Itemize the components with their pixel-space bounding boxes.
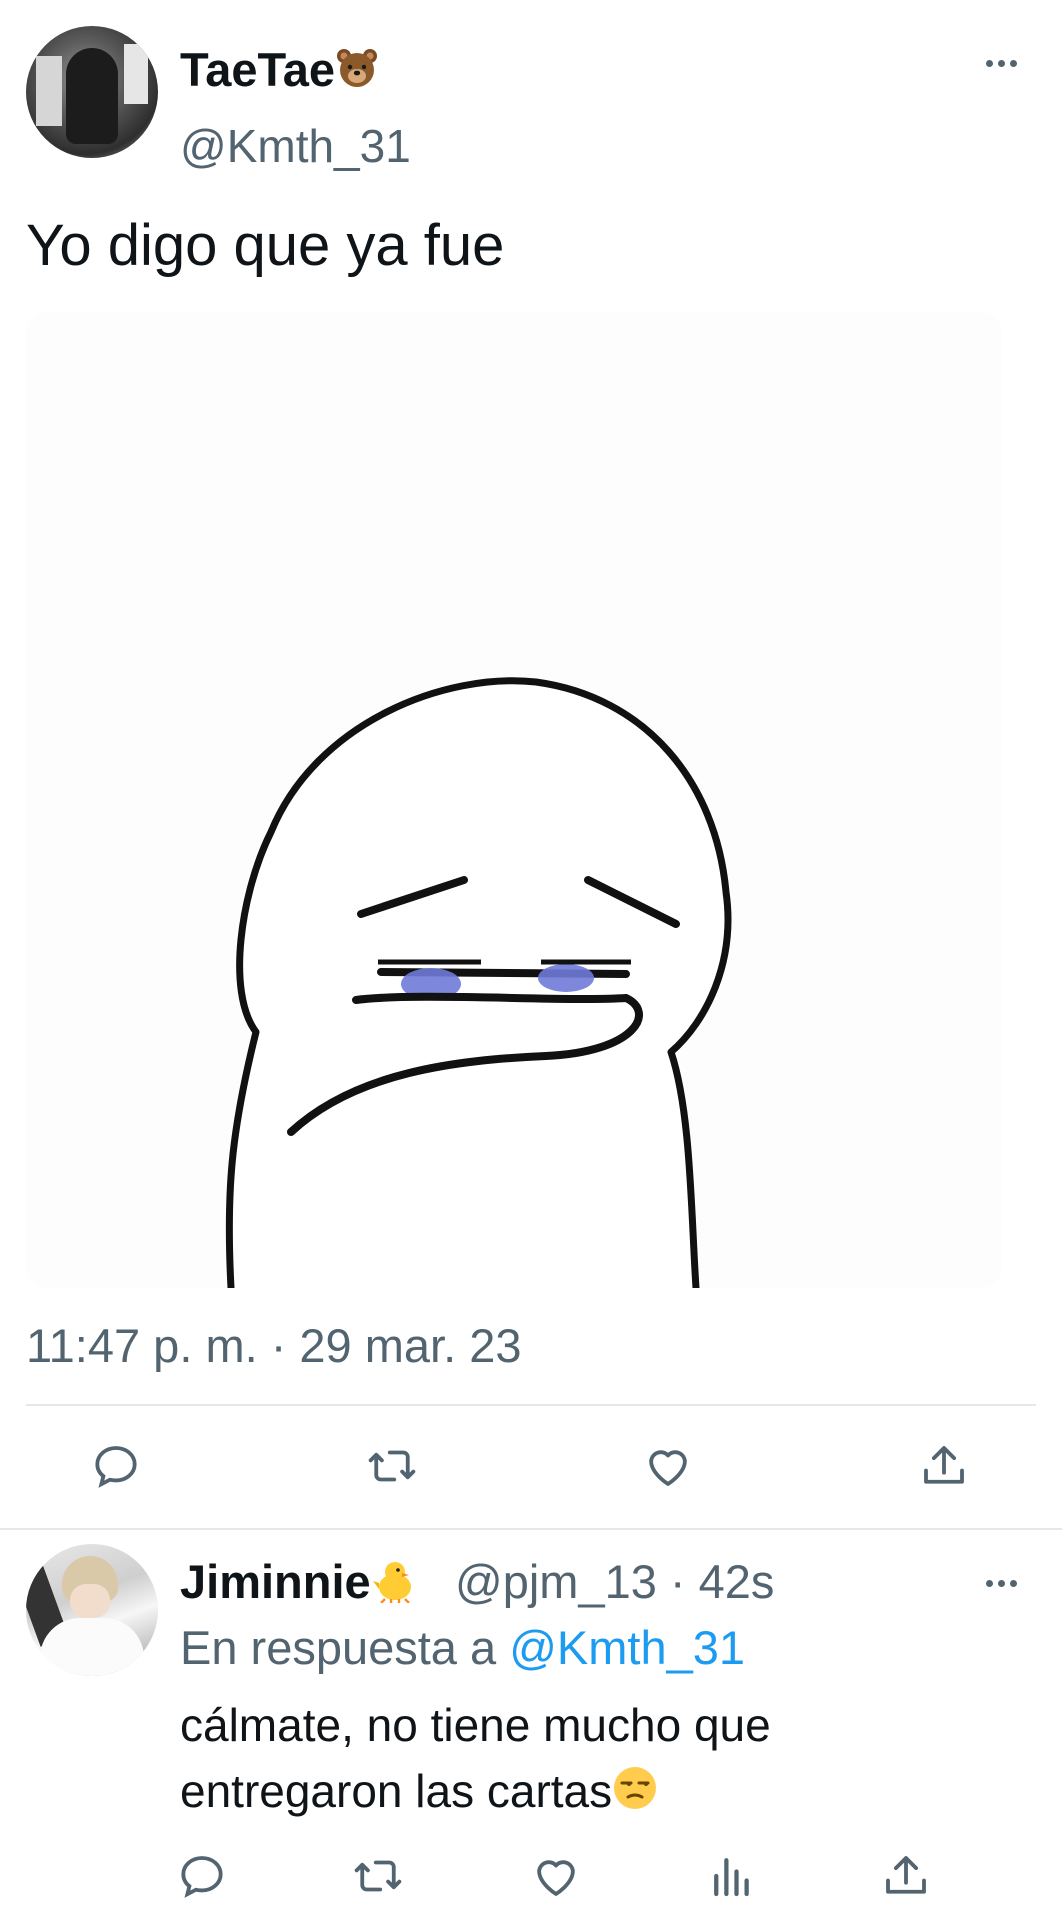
views-icon[interactable] — [702, 1846, 762, 1906]
reply-handle-and-age[interactable]: @pjm_13 · 42s — [455, 1554, 774, 1610]
reply-text-line-2-text: entregaron las cartas — [180, 1765, 613, 1817]
reply-more-options-icon[interactable] — [986, 1566, 1026, 1598]
retweet-icon[interactable] — [348, 1846, 408, 1906]
reply-context: En respuesta a @Kmth_31 — [180, 1620, 745, 1676]
reply-author-name-text: Jiminnie — [180, 1555, 371, 1608]
more-options-icon[interactable] — [986, 46, 1026, 78]
reply-text: cálmate, no tiene mucho que entregaron l… — [180, 1692, 1040, 1828]
author-avatar[interactable] — [26, 26, 158, 158]
share-icon[interactable] — [876, 1846, 936, 1906]
bear-face-emoji — [335, 46, 379, 102]
reply-text-line-2: entregaron las cartas — [180, 1758, 1040, 1828]
reply-author-display-name[interactable]: Jiminnie — [180, 1554, 419, 1615]
tweet-timestamp[interactable]: 11:47 p. m. · 29 mar. 23 — [26, 1318, 522, 1374]
author-handle[interactable]: @Kmth_31 — [180, 118, 411, 174]
reply-icon[interactable] — [172, 1846, 232, 1906]
divider — [0, 1528, 1062, 1530]
like-icon[interactable] — [526, 1846, 586, 1906]
tweet-text: Yo digo que ya fue — [26, 213, 505, 278]
author-display-name[interactable]: TaeTae — [180, 42, 379, 102]
unamused-face-emoji — [612, 1762, 658, 1828]
reply-text-line: cálmate, no tiene mucho que — [180, 1699, 771, 1751]
reply-context-prefix: En respuesta a — [180, 1621, 497, 1674]
author-name-text: TaeTae — [180, 43, 335, 96]
like-icon[interactable] — [638, 1436, 698, 1496]
reply-context-mention[interactable]: @Kmth_31 — [509, 1621, 745, 1674]
share-icon[interactable] — [914, 1436, 974, 1496]
divider — [26, 1404, 1036, 1406]
baby-chick-emoji — [371, 1557, 419, 1615]
crying-meme-character — [26, 312, 1002, 1288]
reply-author-avatar[interactable] — [26, 1544, 158, 1676]
reply-icon[interactable] — [86, 1436, 146, 1496]
tweet-media[interactable] — [26, 312, 1002, 1288]
retweet-icon[interactable] — [362, 1436, 422, 1496]
